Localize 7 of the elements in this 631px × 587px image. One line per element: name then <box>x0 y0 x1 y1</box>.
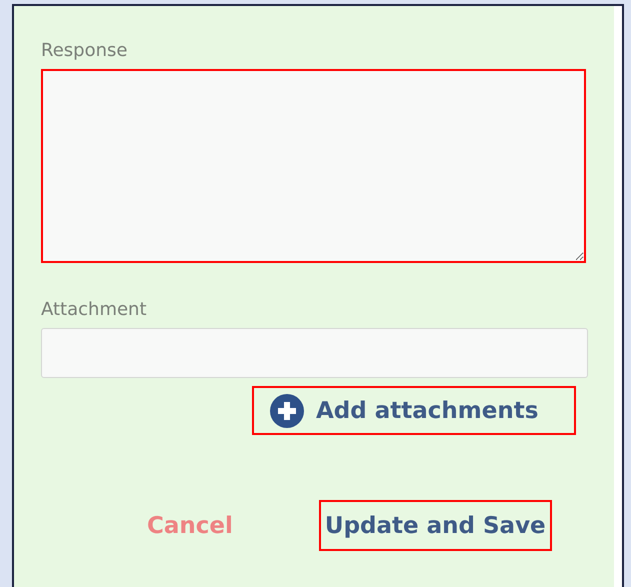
plus-circle-icon <box>270 394 304 428</box>
add-attachments-button[interactable]: Add attachments <box>252 386 576 435</box>
field-label: Response <box>41 40 128 61</box>
attachment-field[interactable] <box>41 328 588 378</box>
save-button[interactable]: Update and Save <box>318 500 552 551</box>
field-label: Attachment <box>41 299 148 320</box>
response-field[interactable] <box>41 69 586 263</box>
